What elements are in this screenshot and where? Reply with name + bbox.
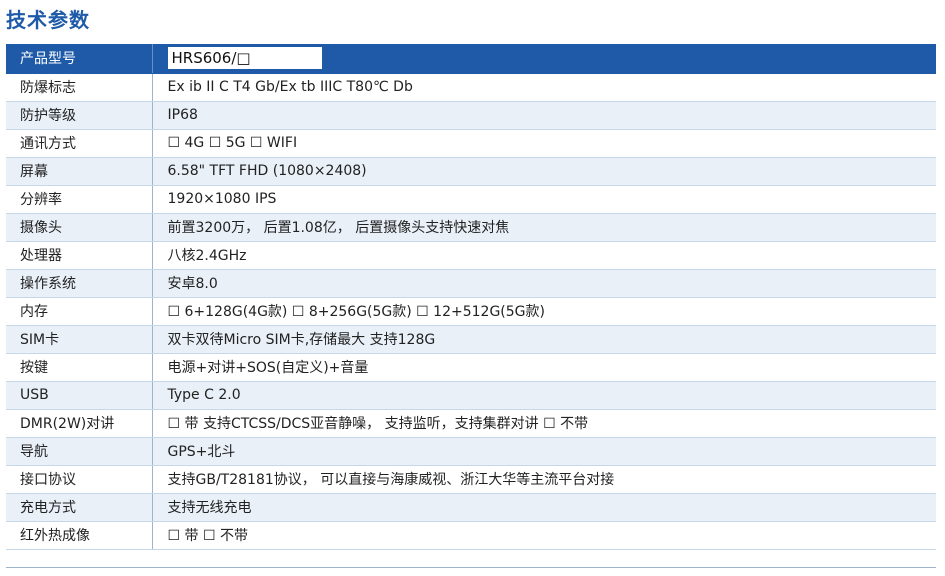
row-value: 支持GB/T28181协议， 可以直接与海康威视、浙江大华等主流平台对接 [152,465,936,494]
spec-table: 产品型号 HRS606/□ 防爆标志 Ex ib II C T4 Gb/Ex t… [6,44,936,550]
row-value[interactable]: ☐ 6+128G(4G款) ☐ 8+256G(5G款) ☐ 12+512G(5G… [152,297,936,326]
table-row: 接口协议 支持GB/T28181协议， 可以直接与海康威视、浙江大华等主流平台对… [6,465,936,494]
row-label: 处理器 [6,241,153,270]
row-label: 分辨率 [6,185,153,214]
table-row: 操作系统 安卓8.0 [6,269,936,298]
row-value[interactable]: ☐ 带 支持CTCSS/DCS亚音静噪， 支持监听，支持集群对讲 ☐ 不带 [152,409,936,438]
table-row: 通讯方式 ☐ 4G ☐ 5G ☐ WIFI [6,129,936,158]
row-value: Ex ib II C T4 Gb/Ex tb IIIC T80℃ Db [152,73,936,102]
table-row: 防爆标志 Ex ib II C T4 Gb/Ex tb IIIC T80℃ Db [6,73,936,102]
row-value: 电源+对讲+SOS(自定义)+音量 [152,353,936,382]
table-bottom-rule [6,567,936,568]
table-row: 内存 ☐ 6+128G(4G款) ☐ 8+256G(5G款) ☐ 12+512G… [6,297,936,326]
row-value[interactable]: ☐ 带 ☐ 不带 [152,521,936,550]
row-label: SIM卡 [6,325,153,354]
table-row: 防护等级 IP68 [6,101,936,130]
table-row: USB Type C 2.0 [6,381,936,410]
row-value: 安卓8.0 [152,269,936,298]
row-label: 按键 [6,353,153,382]
row-value: 支持无线充电 [152,493,936,522]
row-label: USB [6,381,153,410]
model-input[interactable]: HRS606/□ [167,47,322,70]
row-label: 充电方式 [6,493,153,522]
row-value: GPS+北斗 [152,437,936,466]
row-label: 摄像头 [6,213,153,242]
table-row: SIM卡 双卡双待Micro SIM卡,存储最大 支持128G [6,325,936,354]
row-value: 八核2.4GHz [152,241,936,270]
table-header-row: 产品型号 HRS606/□ [6,44,936,74]
row-value: 前置3200万， 后置1.08亿， 后置摄像头支持快速对焦 [152,213,936,242]
row-value: IP68 [152,101,936,130]
table-row: 分辨率 1920×1080 IPS [6,185,936,214]
table-row: 按键 电源+对讲+SOS(自定义)+音量 [6,353,936,382]
page-title: 技术参数 [6,8,90,32]
table-row: 充电方式 支持无线充电 [6,493,936,522]
table-row: 摄像头 前置3200万， 后置1.08亿， 后置摄像头支持快速对焦 [6,213,936,242]
table-row: 红外热成像 ☐ 带 ☐ 不带 [6,521,936,550]
row-label: 接口协议 [6,465,153,494]
row-label: DMR(2W)对讲 [6,409,153,438]
row-label: 屏幕 [6,157,153,186]
row-label: 导航 [6,437,153,466]
row-label: 防爆标志 [6,73,153,102]
row-value: 6.58" TFT FHD (1080×2408) [152,157,936,186]
model-label: 产品型号 [6,44,153,74]
row-value: 双卡双待Micro SIM卡,存储最大 支持128G [152,325,936,354]
table-row: 导航 GPS+北斗 [6,437,936,466]
row-label: 内存 [6,297,153,326]
row-value[interactable]: ☐ 4G ☐ 5G ☐ WIFI [152,129,936,158]
table-row: 处理器 八核2.4GHz [6,241,936,270]
row-label: 操作系统 [6,269,153,298]
row-label: 防护等级 [6,101,153,130]
row-label: 通讯方式 [6,129,153,158]
model-value-cell: HRS606/□ [152,44,936,74]
row-value: Type C 2.0 [152,381,936,410]
table-row: 屏幕 6.58" TFT FHD (1080×2408) [6,157,936,186]
row-value: 1920×1080 IPS [152,185,936,214]
row-label: 红外热成像 [6,521,153,550]
table-row: DMR(2W)对讲 ☐ 带 支持CTCSS/DCS亚音静噪， 支持监听，支持集群… [6,409,936,438]
